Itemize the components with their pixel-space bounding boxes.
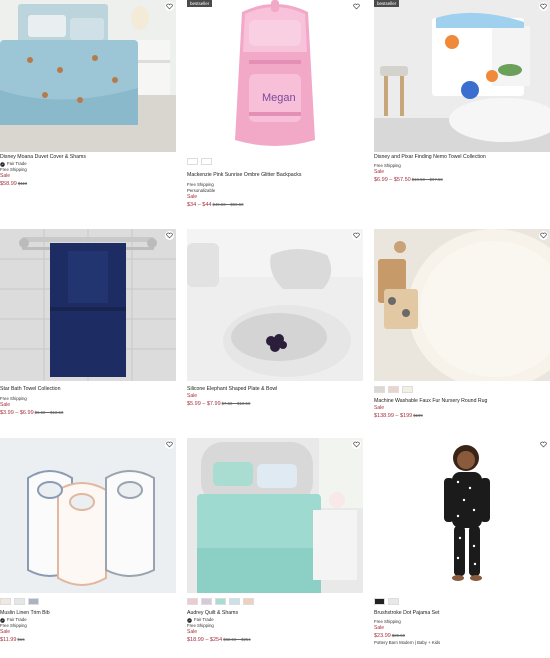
- original-price: $39.50: [391, 633, 405, 638]
- bestseller-badge: bestseller: [374, 0, 400, 7]
- bestseller-badge: bestseller: [187, 0, 213, 7]
- swatch[interactable]: [14, 598, 25, 605]
- product-card[interactable]: bestseller Disney and Pixar Finding Nemo…: [374, 0, 550, 184]
- price: $5.99 – $7.99$7.50 – $10.50: [187, 401, 251, 407]
- swatch[interactable]: [229, 598, 240, 605]
- favorite-heart-icon[interactable]: [352, 2, 361, 11]
- swatch[interactable]: [0, 598, 11, 605]
- product-card[interactable]: Muslin Linen Trim Bib Fair Trade Free Sh…: [0, 438, 176, 644]
- sale-label: Sale: [0, 629, 11, 635]
- product-title[interactable]: Mackenzie Pink Sunrise Ombre Glitter Bac…: [187, 172, 363, 179]
- product-image[interactable]: [374, 438, 550, 593]
- swatch[interactable]: [388, 386, 399, 393]
- favorite-heart-icon[interactable]: [539, 440, 548, 449]
- favorite-heart-icon[interactable]: [165, 440, 174, 449]
- sale-label: Sale: [374, 625, 385, 631]
- sale-label: Sale: [374, 169, 385, 175]
- product-image[interactable]: bestseller Megan: [187, 0, 363, 152]
- sale-label: Sale: [187, 393, 198, 399]
- favorite-heart-icon[interactable]: [539, 2, 548, 11]
- original-price: $18.50 – $97.50: [411, 177, 443, 182]
- swatch[interactable]: [243, 598, 254, 605]
- favorite-heart-icon[interactable]: [165, 231, 174, 240]
- original-price: $32.50 – $254: [223, 637, 251, 642]
- price: $3.99 – $6.99$6.50 – $18.50: [0, 410, 64, 416]
- favorite-heart-icon[interactable]: [165, 2, 174, 11]
- color-swatches: [0, 598, 176, 606]
- sale-label: Sale: [374, 405, 385, 411]
- original-price: $118: [17, 181, 28, 186]
- product-title[interactable]: Disney Moana Duvet Cover & Shams: [0, 154, 176, 161]
- product-image[interactable]: [0, 0, 176, 152]
- color-swatches: [187, 158, 363, 166]
- color-swatches: [374, 386, 550, 394]
- swatch[interactable]: [215, 598, 226, 605]
- monogram-text: Megan: [262, 92, 296, 104]
- favorite-heart-icon[interactable]: [352, 231, 361, 240]
- color-swatches: [187, 598, 363, 606]
- sale-label: Sale: [187, 194, 198, 200]
- sale-label: Sale: [0, 173, 11, 179]
- color-swatches: [374, 598, 550, 606]
- brand-note: Pottery Barn Modern | Baby + Kids: [374, 640, 441, 645]
- price: $18.99 – $254$32.50 – $254: [187, 637, 251, 643]
- product-image[interactable]: [374, 229, 550, 381]
- product-card[interactable]: bestseller Megan Mackenzie Pink Sunrise …: [187, 0, 363, 209]
- favorite-heart-icon[interactable]: [539, 231, 548, 240]
- original-price: $16: [17, 637, 25, 642]
- price: $11.99$16: [0, 637, 25, 643]
- swatch[interactable]: [402, 386, 413, 393]
- swatch[interactable]: [374, 386, 385, 393]
- product-card[interactable]: Machine Washable Faux Fur Nursery Round …: [374, 229, 550, 420]
- product-image[interactable]: [0, 229, 176, 381]
- swatch[interactable]: [388, 598, 399, 605]
- original-price: $199: [413, 413, 423, 418]
- product-card[interactable]: Audrey Quilt & Shams Fair Trade Free Shi…: [187, 438, 363, 644]
- swatch[interactable]: [374, 598, 385, 605]
- price: $6.99 – $57.50$18.50 – $97.50: [374, 177, 443, 183]
- product-image[interactable]: [187, 438, 363, 593]
- price: $34 – $44$49.50 – $59.50: [187, 202, 244, 208]
- product-title[interactable]: Disney and Pixar Finding Nemo Towel Coll…: [374, 154, 550, 161]
- product-grid: Disney Moana Duvet Cover & Shams Fair Tr…: [0, 0, 550, 658]
- sale-label: Sale: [0, 402, 11, 408]
- price: $58.99$118: [0, 181, 28, 187]
- product-image[interactable]: [0, 438, 176, 593]
- original-price: $6.50 – $18.50: [34, 410, 64, 415]
- product-title[interactable]: Muslin Linen Trim Bib: [0, 610, 176, 617]
- product-title[interactable]: Star Bath Towel Collection: [0, 386, 176, 393]
- swatch[interactable]: [187, 598, 198, 605]
- product-image[interactable]: bestseller: [374, 0, 550, 152]
- original-price: $49.50 – $59.50: [212, 202, 244, 207]
- swatch[interactable]: [201, 158, 212, 165]
- product-card[interactable]: Brushstroke Dot Pajama Set Free Shipping…: [374, 438, 550, 646]
- product-title[interactable]: Brushstroke Dot Pajama Set: [374, 610, 550, 617]
- product-title[interactable]: Silicone Elephant Shaped Plate & Bowl: [187, 386, 363, 393]
- fair-trade-icon: [187, 617, 192, 623]
- product-image[interactable]: [187, 229, 363, 381]
- favorite-heart-icon[interactable]: [352, 440, 361, 449]
- swatch[interactable]: [187, 158, 198, 165]
- product-card[interactable]: Star Bath Towel Collection Free Shipping…: [0, 229, 176, 417]
- product-card[interactable]: Disney Moana Duvet Cover & Shams Fair Tr…: [0, 0, 176, 188]
- product-card[interactable]: Silicone Elephant Shaped Plate & Bowl Sa…: [187, 229, 363, 408]
- fair-trade-icon: [0, 617, 5, 623]
- swatch[interactable]: [201, 598, 212, 605]
- original-price: $7.50 – $10.50: [221, 401, 251, 406]
- sale-label: Sale: [187, 629, 198, 635]
- fair-trade-icon: [0, 161, 5, 167]
- product-title[interactable]: Machine Washable Faux Fur Nursery Round …: [374, 398, 550, 405]
- price: $23.99$39.50: [374, 633, 405, 639]
- swatch[interactable]: [28, 598, 39, 605]
- product-title[interactable]: Audrey Quilt & Shams: [187, 610, 363, 617]
- price: $138.99 – $199$199: [374, 413, 423, 419]
